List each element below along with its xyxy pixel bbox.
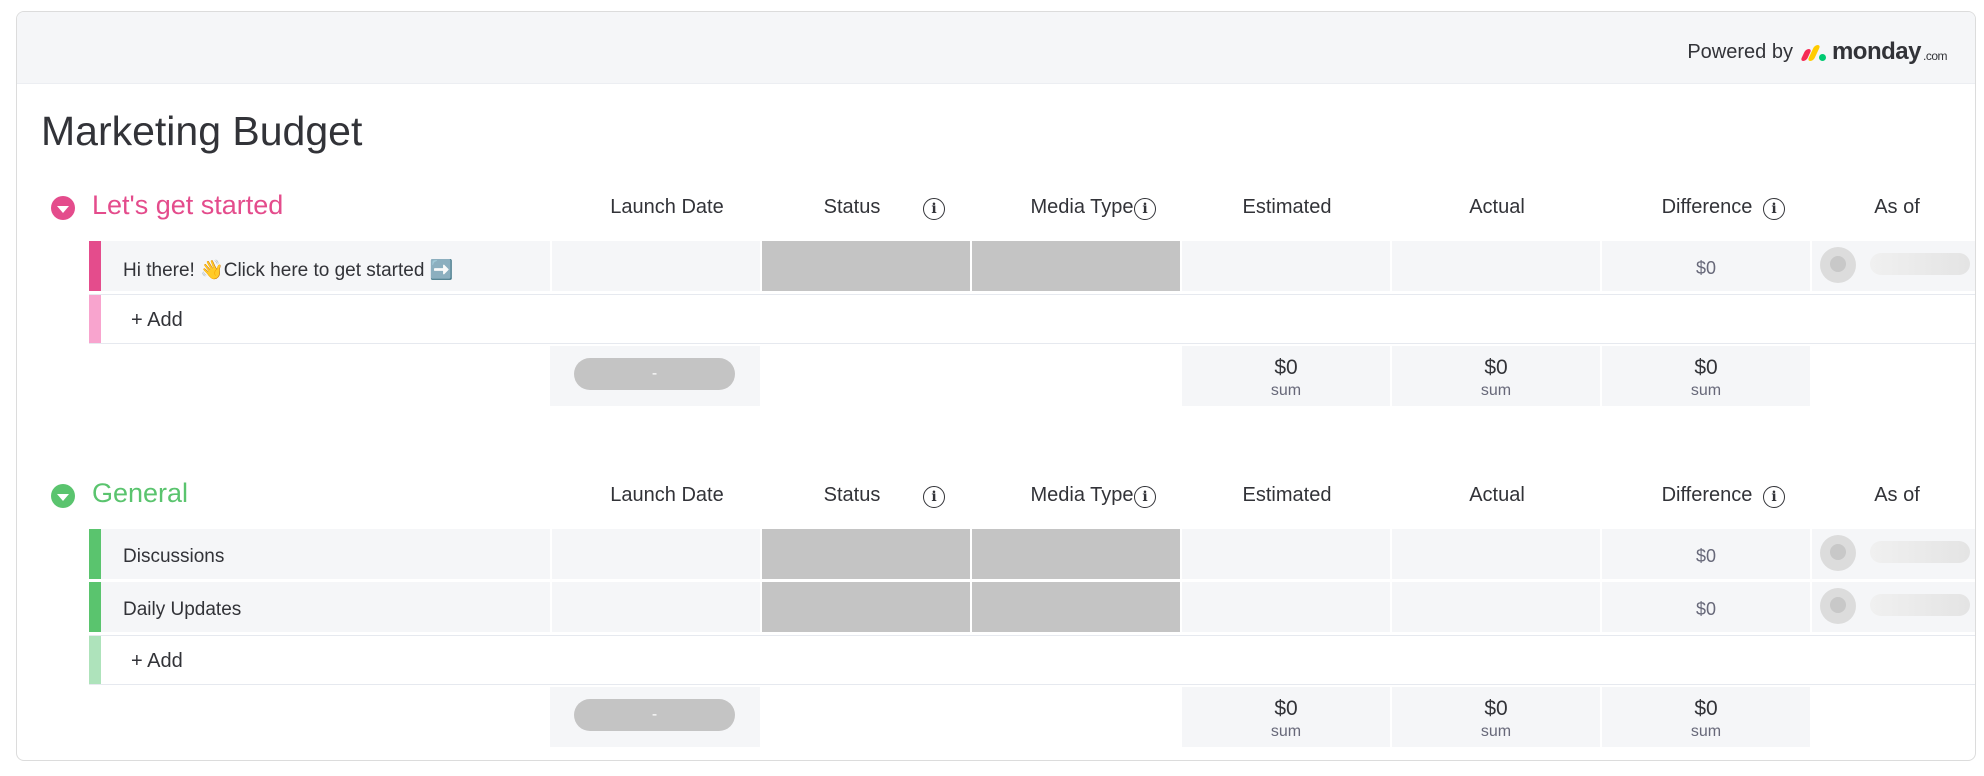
row-color-bar (89, 636, 101, 684)
as-of-cell[interactable] (1812, 529, 1975, 579)
status-info-icon[interactable]: i (923, 486, 945, 508)
add-item-row[interactable]: + Add (89, 635, 1975, 685)
add-item-button[interactable]: + Add (131, 650, 183, 673)
summary-difference: $0 sum (1602, 346, 1810, 406)
brand-suffix: .com (1922, 49, 1948, 63)
summary-estimated: $0 sum (1182, 346, 1390, 406)
table-row[interactable]: Daily Updates $0 (89, 582, 1975, 632)
summary-actual-value: $0 (1484, 356, 1508, 379)
col-header-actual[interactable]: Actual (1422, 484, 1572, 507)
actual-cell[interactable] (1392, 582, 1600, 632)
board-frame: Powered by monday .com Marketing Budget … (16, 11, 1976, 761)
media-type-cell[interactable] (972, 582, 1180, 632)
difference-info-icon[interactable]: i (1763, 486, 1785, 508)
as-of-placeholder (1870, 594, 1970, 616)
col-header-launch-date[interactable]: Launch Date (592, 484, 742, 507)
estimated-cell[interactable] (1182, 529, 1390, 579)
summary-estimated-value: $0 (1274, 356, 1298, 379)
avatar[interactable] (1820, 588, 1856, 624)
summary-label: sum (1480, 723, 1512, 740)
add-item-row[interactable]: + Add (89, 294, 1975, 344)
summary-estimated-value: $0 (1274, 697, 1298, 720)
col-header-estimated[interactable]: Estimated (1212, 196, 1362, 219)
powered-by[interactable]: Powered by monday .com (1687, 38, 1947, 66)
add-item-button[interactable]: + Add (131, 309, 183, 332)
status-info-icon[interactable]: i (923, 198, 945, 220)
media-type-cell[interactable] (972, 529, 1180, 579)
summary-difference-value: $0 (1694, 697, 1718, 720)
summary-difference: $0 sum (1602, 687, 1810, 747)
launch-date-cell[interactable] (552, 529, 760, 579)
group-title[interactable]: Let's get started (92, 190, 283, 221)
status-cell[interactable] (762, 241, 970, 291)
col-header-as-of[interactable]: As of (1847, 196, 1947, 219)
status-cell[interactable] (762, 582, 970, 632)
summary-label: sum (1480, 382, 1512, 399)
difference-cell: $0 (1602, 582, 1810, 632)
launch-date-cell[interactable] (552, 241, 760, 291)
summary-actual: $0 sum (1392, 687, 1600, 747)
board-title[interactable]: Marketing Budget (41, 108, 362, 155)
collapse-group-icon[interactable] (51, 484, 75, 508)
powered-by-label: Powered by (1687, 40, 1793, 63)
launch-date-cell[interactable] (552, 582, 760, 632)
summary-date-pill: - (574, 699, 735, 731)
summary-date-pill: - (574, 358, 735, 390)
media-type-info-icon[interactable]: i (1134, 198, 1156, 220)
summary-estimated: $0 sum (1182, 687, 1390, 747)
difference-cell: $0 (1602, 529, 1810, 579)
media-type-info-icon[interactable]: i (1134, 486, 1156, 508)
top-bar: Powered by monday .com (17, 12, 1975, 84)
estimated-cell[interactable] (1182, 241, 1390, 291)
estimated-cell[interactable] (1182, 582, 1390, 632)
difference-info-icon[interactable]: i (1763, 198, 1785, 220)
col-header-status[interactable]: Status (802, 484, 902, 507)
col-header-actual[interactable]: Actual (1422, 196, 1572, 219)
col-header-estimated[interactable]: Estimated (1212, 484, 1362, 507)
summary-actual-value: $0 (1484, 697, 1508, 720)
media-type-cell[interactable] (972, 241, 1180, 291)
summary-launch-date: - (550, 687, 760, 747)
item-name[interactable]: Discussions (101, 529, 550, 579)
col-header-launch-date[interactable]: Launch Date (592, 196, 742, 219)
group-title[interactable]: General (92, 478, 188, 509)
group-header: Let's get started Launch Date Status i M… (17, 182, 1975, 232)
col-header-status[interactable]: Status (802, 196, 902, 219)
avatar[interactable] (1820, 535, 1856, 571)
row-color-bar (89, 582, 101, 632)
summary-actual: $0 sum (1392, 346, 1600, 406)
row-color-bar (89, 529, 101, 579)
col-header-as-of[interactable]: As of (1847, 484, 1947, 507)
status-cell[interactable] (762, 529, 970, 579)
item-name[interactable]: Daily Updates (101, 582, 550, 632)
summary-label: sum (1690, 382, 1722, 399)
as-of-cell[interactable] (1812, 582, 1975, 632)
group-header: General Launch Date Status i Media Type … (17, 470, 1975, 520)
as-of-placeholder (1870, 253, 1970, 275)
table-row[interactable]: Discussions $0 (89, 529, 1975, 579)
as-of-cell[interactable] (1812, 241, 1975, 291)
summary-label: sum (1270, 723, 1302, 740)
actual-cell[interactable] (1392, 529, 1600, 579)
monday-logo-icon (1800, 43, 1826, 61)
row-color-bar (89, 295, 101, 343)
actual-cell[interactable] (1392, 241, 1600, 291)
monday-logo: monday .com (1800, 38, 1948, 66)
summary-launch-date: - (550, 346, 760, 406)
summary-label: sum (1270, 382, 1302, 399)
summary-difference-value: $0 (1694, 356, 1718, 379)
col-header-difference[interactable]: Difference (1632, 484, 1782, 507)
row-color-bar (89, 241, 101, 291)
avatar[interactable] (1820, 247, 1856, 283)
table-row[interactable]: Hi there! 👋Click here to get started ➡️ … (89, 241, 1975, 291)
summary-label: sum (1690, 723, 1722, 740)
as-of-placeholder (1870, 541, 1970, 563)
col-header-difference[interactable]: Difference (1632, 196, 1782, 219)
collapse-group-icon[interactable] (51, 196, 75, 220)
brand-name: monday (1831, 38, 1922, 65)
item-name[interactable]: Hi there! 👋Click here to get started ➡️ (101, 241, 550, 291)
difference-cell: $0 (1602, 241, 1810, 291)
